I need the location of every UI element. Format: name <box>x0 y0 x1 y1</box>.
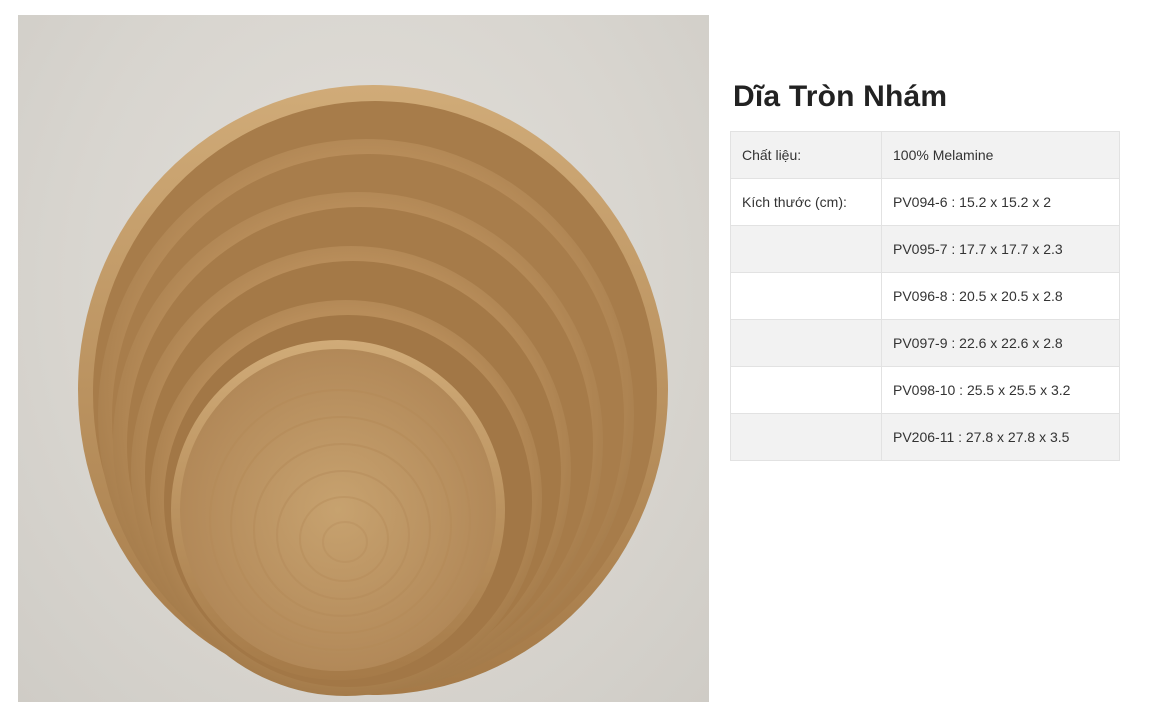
spec-value: PV098-10 : 25.5 x 25.5 x 3.2 <box>881 366 1120 414</box>
spec-label <box>730 225 882 273</box>
specs-table: Chất liệu: 100% Melamine Kích thước (cm)… <box>730 131 1120 461</box>
spec-value: PV206-11 : 27.8 x 27.8 x 3.5 <box>881 413 1120 461</box>
table-row: Kích thước (cm): PV094-6 : 15.2 x 15.2 x… <box>730 178 1120 226</box>
stacked-plates-illustration <box>78 85 668 696</box>
spec-label <box>730 413 882 461</box>
spec-value: PV097-9 : 22.6 x 22.6 x 2.8 <box>881 319 1120 367</box>
spec-label: Chất liệu: <box>730 131 882 179</box>
spec-label <box>730 319 882 367</box>
spec-value: 100% Melamine <box>881 131 1120 179</box>
table-row: PV096-8 : 20.5 x 20.5 x 2.8 <box>730 272 1120 320</box>
plate-1 <box>171 340 505 680</box>
spec-value: PV096-8 : 20.5 x 20.5 x 2.8 <box>881 272 1120 320</box>
product-page: Dĩa Tròn Nhám Chất liệu: 100% Melamine K… <box>0 0 1153 726</box>
product-title: Dĩa Tròn Nhám <box>733 80 948 113</box>
spec-label: Kích thước (cm): <box>730 178 882 226</box>
spec-value: PV094-6 : 15.2 x 15.2 x 2 <box>881 178 1120 226</box>
table-row: Chất liệu: 100% Melamine <box>730 131 1120 179</box>
product-image <box>18 15 709 702</box>
table-row: PV098-10 : 25.5 x 25.5 x 3.2 <box>730 366 1120 414</box>
spec-value: PV095-7 : 17.7 x 17.7 x 2.3 <box>881 225 1120 273</box>
table-row: PV206-11 : 27.8 x 27.8 x 3.5 <box>730 413 1120 461</box>
spec-label <box>730 272 882 320</box>
spec-label <box>730 366 882 414</box>
table-row: PV095-7 : 17.7 x 17.7 x 2.3 <box>730 225 1120 273</box>
table-row: PV097-9 : 22.6 x 22.6 x 2.8 <box>730 319 1120 367</box>
